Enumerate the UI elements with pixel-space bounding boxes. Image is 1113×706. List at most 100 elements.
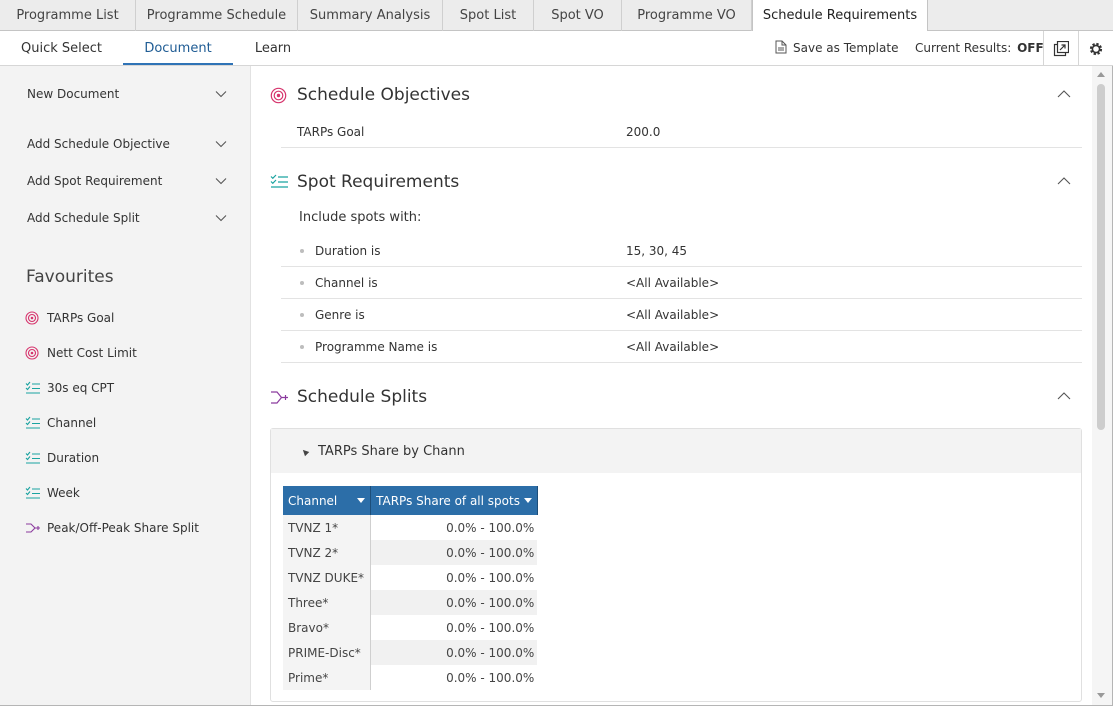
settings-button[interactable] — [1078, 31, 1112, 66]
favourite-30s-eq-cpt[interactable]: 30s eq CPT — [25, 378, 114, 398]
channel-cell: PRIME-Disc* — [283, 640, 372, 665]
chevron-down-icon — [215, 141, 227, 148]
tab-programme-list[interactable]: Programme List — [0, 0, 136, 31]
table-row[interactable]: Three* 0.0% - 100.0% — [283, 590, 538, 615]
chevron-up-icon — [1057, 392, 1071, 400]
requirement-row-genre[interactable]: Genre is <All Available> — [281, 299, 1082, 331]
target-icon — [25, 346, 39, 360]
favourite-nett-cost-limit[interactable]: Nett Cost Limit — [25, 343, 137, 363]
favourite-tarps-goal[interactable]: TARPs Goal — [25, 308, 114, 328]
channel-cell: Three* — [283, 590, 372, 615]
requirement-key: Channel is — [315, 276, 378, 290]
share-cell[interactable]: 0.0% - 100.0% — [370, 615, 538, 640]
share-cell[interactable]: 0.0% - 100.0% — [370, 565, 538, 590]
chevron-down-icon — [215, 215, 227, 222]
favourite-label: Week — [47, 486, 80, 500]
split-card: TARPs Share by Chann Channel TARPs Share… — [270, 428, 1082, 702]
collapse-splits-button[interactable] — [1054, 386, 1074, 406]
split-table: Channel TARPs Share of all spots TVNZ 1*… — [283, 486, 538, 690]
tab-schedule-requirements[interactable]: Schedule Requirements — [752, 0, 928, 32]
split-icon — [26, 523, 40, 533]
scroll-thumb[interactable] — [1097, 84, 1105, 430]
favourite-channel[interactable]: Channel — [25, 413, 96, 433]
expand-triangle-icon[interactable] — [300, 447, 310, 457]
table-row[interactable]: TVNZ 1* 0.0% - 100.0% — [283, 515, 538, 540]
column-header-label: TARPs Share of all spots — [376, 493, 520, 508]
table-row[interactable]: Bravo* 0.0% - 100.0% — [283, 615, 538, 640]
add-schedule-split-menu[interactable]: Add Schedule Split — [27, 208, 227, 228]
ribbon-tab-learn[interactable]: Learn — [233, 31, 313, 65]
share-cell[interactable]: 0.0% - 100.0% — [370, 540, 538, 565]
split-icon — [271, 391, 288, 404]
bullet-icon — [300, 313, 304, 317]
vertical-scrollbar[interactable] — [1092, 66, 1112, 705]
collapse-requirements-button[interactable] — [1054, 171, 1074, 191]
tab-programme-vo[interactable]: Programme VO — [622, 0, 752, 31]
document-icon — [775, 40, 787, 54]
table-row[interactable]: Prime* 0.0% - 100.0% — [283, 665, 538, 690]
add-spot-requirement-menu[interactable]: Add Spot Requirement — [27, 171, 227, 191]
favourite-peak-off-peak-share-split[interactable]: Peak/Off-Peak Share Split — [25, 518, 199, 538]
objective-value: 200.0 — [626, 125, 661, 139]
split-card-header[interactable]: TARPs Share by Chann — [271, 429, 1081, 473]
tab-summary-analysis[interactable]: Summary Analysis — [298, 0, 443, 31]
requirement-key: Programme Name is — [315, 340, 438, 354]
share-cell[interactable]: 0.0% - 100.0% — [370, 665, 538, 690]
checklist-icon — [25, 381, 40, 394]
tab-spot-list[interactable]: Spot List — [443, 0, 534, 31]
schedule-splits-title: Schedule Splits — [297, 387, 428, 407]
tab-programme-schedule[interactable]: Programme Schedule — [136, 0, 298, 31]
gear-icon — [1089, 42, 1102, 55]
add-spot-requirement-label: Add Spot Requirement — [27, 174, 163, 188]
favourite-label: TARPs Goal — [47, 311, 115, 325]
checklist-icon — [270, 174, 288, 188]
favourite-label: Channel — [47, 416, 97, 430]
favourite-week[interactable]: Week — [25, 483, 80, 503]
chevron-up-icon — [1057, 90, 1071, 98]
table-row[interactable]: PRIME-Disc* 0.0% - 100.0% — [283, 640, 538, 665]
add-schedule-objective-menu[interactable]: Add Schedule Objective — [27, 134, 227, 154]
scroll-down-arrow-icon[interactable] — [1097, 693, 1105, 698]
requirement-row-duration[interactable]: Duration is 15, 30, 45 — [281, 235, 1082, 267]
bullet-icon — [300, 345, 304, 349]
column-header-label: Channel — [288, 493, 338, 508]
chevron-down-icon — [215, 178, 227, 185]
bullet-icon — [300, 281, 304, 285]
chevron-down-icon — [215, 91, 227, 98]
current-results-value: OFF — [1017, 41, 1044, 55]
collapse-objectives-button[interactable] — [1054, 84, 1074, 104]
spot-requirements-title: Spot Requirements — [297, 172, 460, 192]
requirement-row-channel[interactable]: Channel is <All Available> — [281, 267, 1082, 299]
save-as-template-button[interactable]: Save as Template — [775, 31, 898, 66]
channel-cell: TVNZ 1* — [283, 515, 372, 540]
current-results-label: Current Results: — [915, 41, 1012, 55]
requirement-key: Duration is — [315, 244, 381, 258]
tab-spot-vo[interactable]: Spot VO — [534, 0, 622, 31]
add-schedule-objective-label: Add Schedule Objective — [27, 137, 170, 151]
favourites-title: Favourites — [26, 267, 114, 287]
favourite-duration[interactable]: Duration — [25, 448, 99, 468]
objective-row[interactable]: TARPs Goal 200.0 — [281, 116, 1082, 148]
split-name[interactable]: TARPs Share by Chann — [318, 444, 465, 459]
share-cell[interactable]: 0.0% - 100.0% — [370, 590, 538, 615]
requirement-row-programme-name[interactable]: Programme Name is <All Available> — [281, 331, 1082, 363]
table-row[interactable]: TVNZ DUKE* 0.0% - 100.0% — [283, 565, 538, 590]
table-row[interactable]: TVNZ 2* 0.0% - 100.0% — [283, 540, 538, 565]
current-results-toggle[interactable]: Current Results: OFF — [915, 31, 1044, 66]
dropdown-caret-icon — [357, 497, 366, 503]
share-cell[interactable]: 0.0% - 100.0% — [370, 640, 538, 665]
column-header-channel[interactable]: Channel — [283, 486, 372, 515]
main-tab-strip: Programme List Programme Schedule Summar… — [0, 0, 1113, 32]
share-cell[interactable]: 0.0% - 100.0% — [370, 515, 538, 540]
favourite-label: Peak/Off-Peak Share Split — [47, 521, 199, 535]
favourite-label: Nett Cost Limit — [47, 346, 137, 360]
popout-button[interactable] — [1043, 31, 1077, 66]
ribbon-tab-document[interactable]: Document — [123, 31, 233, 65]
scroll-up-arrow-icon[interactable] — [1097, 72, 1105, 77]
favourite-label: Duration — [47, 451, 100, 465]
new-document-menu[interactable]: New Document — [27, 84, 227, 104]
bullet-icon — [300, 249, 304, 253]
ribbon-tab-quick-select[interactable]: Quick Select — [0, 31, 123, 65]
include-spots-text: Include spots with: — [299, 210, 422, 225]
column-header-share[interactable]: TARPs Share of all spots — [370, 486, 538, 515]
